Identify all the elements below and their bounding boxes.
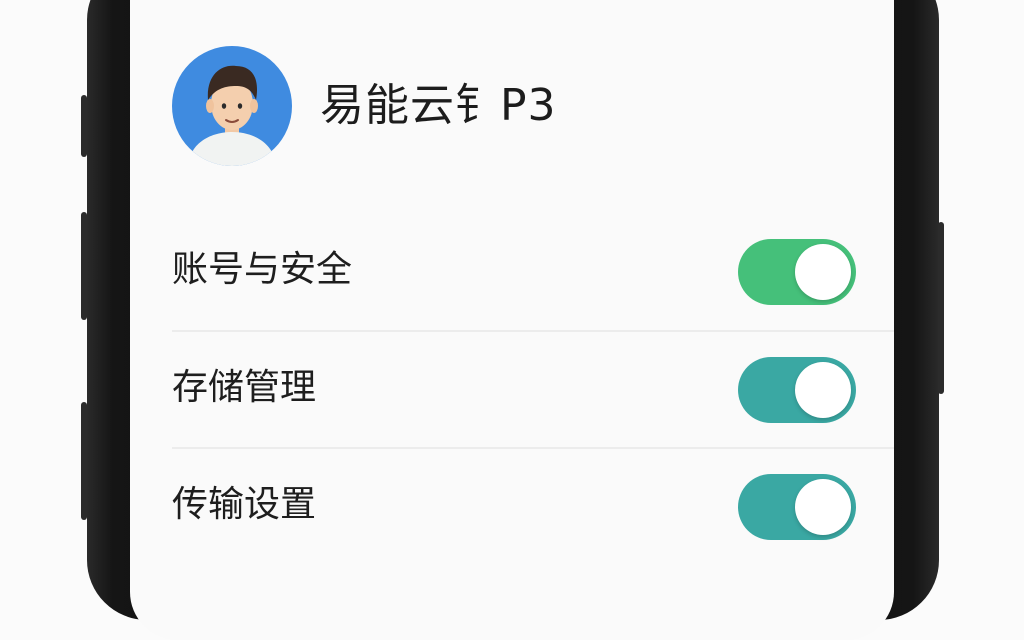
profile-name: 易能云钅P3 bbox=[320, 80, 557, 131]
toggle-knob bbox=[795, 479, 851, 535]
settings-row-transfer[interactable]: 传输设置 bbox=[172, 447, 894, 565]
chevron-left-icon[interactable] bbox=[168, 0, 194, 8]
settings-row-label: 传输设置 bbox=[172, 484, 317, 525]
phone-screen: 易能云钅P3 账号与安全 存储管理 传输设置 bbox=[130, 0, 894, 640]
settings-row-storage[interactable]: 存储管理 bbox=[172, 330, 894, 448]
transfer-toggle[interactable] bbox=[738, 474, 856, 540]
left-side-button-1 bbox=[81, 95, 87, 157]
settings-row-label: 账号与安全 bbox=[172, 249, 353, 290]
right-side-button bbox=[938, 222, 944, 394]
left-side-button-3 bbox=[81, 402, 87, 520]
settings-row-account-security[interactable]: 账号与安全 bbox=[172, 212, 894, 330]
account-security-toggle[interactable] bbox=[738, 239, 856, 305]
toggle-knob bbox=[795, 362, 851, 418]
user-avatar-icon bbox=[188, 65, 276, 166]
settings-row-label: 存储管理 bbox=[172, 367, 317, 408]
storage-toggle[interactable] bbox=[738, 357, 856, 423]
toggle-knob bbox=[795, 244, 851, 300]
avatar[interactable] bbox=[172, 46, 292, 166]
left-side-button-2 bbox=[81, 212, 87, 320]
